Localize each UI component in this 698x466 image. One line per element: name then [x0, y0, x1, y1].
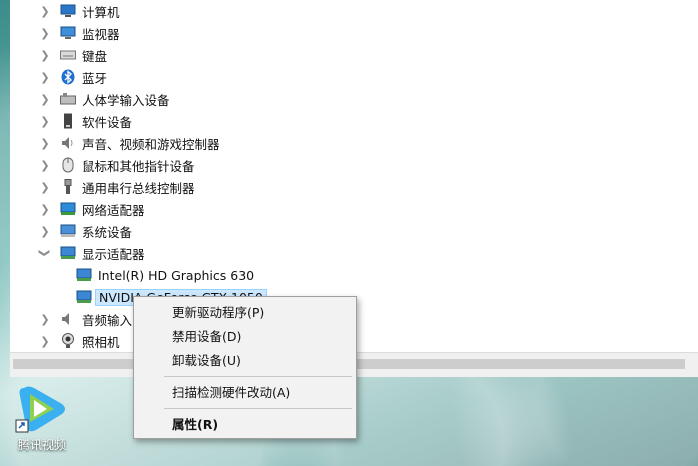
menu-update-driver[interactable]: 更新驱动程序(P): [134, 300, 356, 322]
tree-item-label: 网络适配器: [82, 202, 145, 218]
display-adapter-icon: [60, 245, 76, 261]
menu-item-label: 属性(R): [172, 416, 219, 432]
tree-item-label: 声音、视频和游戏控制器: [82, 136, 220, 152]
tree-item-camera[interactable]: ❯ 照相机: [38, 330, 120, 352]
bluetooth-icon: [60, 69, 76, 85]
tree-item-software-device[interactable]: ❯ 软件设备: [38, 110, 132, 132]
hid-icon: [60, 91, 76, 107]
tree-item-label: 通用串行总线控制器: [82, 180, 195, 196]
menu-properties[interactable]: 属性(R): [134, 412, 356, 434]
tree-item-audio-input[interactable]: ❯ 音频输入: [38, 308, 132, 330]
display-adapter-icon: [76, 267, 92, 283]
camera-icon: [60, 333, 76, 349]
tencent-video-icon: [15, 386, 65, 433]
tree-item-keyboard[interactable]: ❯ 键盘: [38, 44, 107, 66]
tree-item-usb[interactable]: ❯ 通用串行总线控制器: [38, 176, 195, 198]
tree-item-computer[interactable]: ❯ 计算机: [38, 0, 120, 22]
tree-item-label: 鼠标和其他指针设备: [82, 158, 195, 174]
chevron-right-icon[interactable]: ❯: [38, 334, 52, 348]
chevron-right-icon[interactable]: ❯: [38, 312, 52, 326]
tree-item-label: 系统设备: [82, 224, 133, 240]
tree-item-bluetooth[interactable]: ❯ 蓝牙: [38, 66, 107, 88]
display-adapter-icon: [76, 289, 92, 305]
menu-item-label: 扫描检测硬件改动(A): [172, 384, 291, 400]
keyboard-icon: [60, 47, 76, 63]
computer-icon: [60, 3, 76, 19]
chevron-right-icon[interactable]: ❯: [38, 158, 52, 172]
chevron-down-icon[interactable]: ❯: [38, 246, 52, 260]
menu-separator: [164, 408, 352, 409]
chevron-right-icon[interactable]: ❯: [38, 48, 52, 62]
tree-item-label: 软件设备: [82, 114, 133, 130]
tree-item-display-adapter[interactable]: ❯ 显示适配器: [38, 242, 145, 264]
tree-item-label: 人体学输入设备: [82, 92, 170, 108]
mouse-icon: [60, 157, 76, 173]
tree-item-monitor[interactable]: ❯ 监视器: [38, 22, 120, 44]
network-adapter-icon: [60, 201, 76, 217]
device-label: Intel(R) HD Graphics 630: [98, 267, 255, 283]
desktop-shortcut-label: 腾讯视频: [17, 438, 66, 452]
system-device-icon: [60, 223, 76, 239]
chevron-right-icon[interactable]: ❯: [38, 70, 52, 84]
tree-item-mouse[interactable]: ❯ 鼠标和其他指针设备: [38, 154, 195, 176]
software-device-icon: [60, 113, 76, 129]
tree-item-label: 蓝牙: [82, 70, 108, 86]
tree-item-label: 键盘: [82, 48, 108, 64]
chevron-right-icon[interactable]: ❯: [38, 202, 52, 216]
chevron-right-icon[interactable]: ❯: [38, 224, 52, 238]
display-adapter-intel[interactable]: Intel(R) HD Graphics 630: [76, 264, 254, 286]
tree-item-label: 音频输入: [82, 312, 133, 328]
monitor-icon: [60, 25, 76, 41]
audio-input-icon: [60, 311, 76, 327]
tree-item-label: 监视器: [82, 26, 120, 42]
menu-item-label: 更新驱动程序(P): [172, 304, 265, 320]
usb-icon: [60, 179, 76, 195]
chevron-right-icon[interactable]: ❯: [38, 4, 52, 18]
speaker-icon: [60, 135, 76, 151]
chevron-right-icon[interactable]: ❯: [38, 136, 52, 150]
tree-item-hid[interactable]: ❯ 人体学输入设备: [38, 88, 170, 110]
context-menu: 更新驱动程序(P) 禁用设备(D) 卸载设备(U) 扫描检测硬件改动(A) 属性…: [133, 296, 357, 439]
chevron-right-icon[interactable]: ❯: [38, 180, 52, 194]
menu-disable-device[interactable]: 禁用设备(D): [134, 324, 356, 346]
menu-item-label: 禁用设备(D): [172, 328, 242, 344]
desktop-shortcut-tencent-video[interactable]: 腾讯视频: [14, 382, 70, 456]
tree-item-label: 显示适配器: [82, 246, 145, 262]
tree-item-label: 照相机: [82, 334, 120, 350]
chevron-right-icon[interactable]: ❯: [38, 92, 52, 106]
tree-item-sound-video-game[interactable]: ❯ 声音、视频和游戏控制器: [38, 132, 220, 154]
tree-item-label: 计算机: [82, 4, 120, 20]
menu-separator: [164, 376, 352, 377]
tree-item-network-adapter[interactable]: ❯ 网络适配器: [38, 198, 145, 220]
menu-uninstall-device[interactable]: 卸载设备(U): [134, 348, 356, 370]
menu-scan-hardware[interactable]: 扫描检测硬件改动(A): [134, 380, 356, 402]
tree-item-system-device[interactable]: ❯ 系统设备: [38, 220, 132, 242]
chevron-right-icon[interactable]: ❯: [38, 26, 52, 40]
menu-item-label: 卸载设备(U): [172, 352, 241, 368]
chevron-right-icon[interactable]: ❯: [38, 114, 52, 128]
